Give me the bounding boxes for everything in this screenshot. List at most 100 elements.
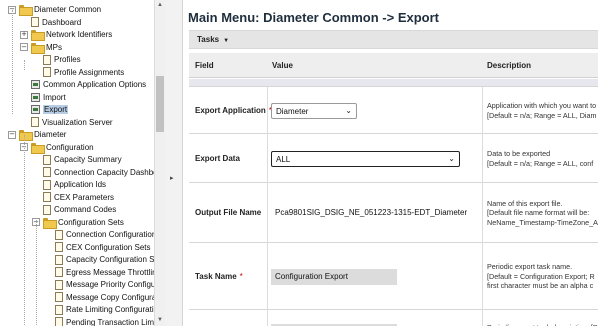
collapse-icon[interactable]: − (8, 130, 16, 139)
folder-icon (31, 42, 45, 54)
column-divider (267, 87, 268, 326)
document-icon (43, 67, 51, 78)
field-label-text: Output File Name (195, 208, 262, 217)
tree-item-common-application-options[interactable]: Common Application Options (20, 79, 146, 91)
app-icon (31, 80, 40, 90)
document-icon (55, 267, 63, 278)
tree-item-dashboard[interactable]: Dashboard (20, 16, 81, 28)
tree-item-egress-message-throttlin[interactable]: Egress Message Throttlin (44, 266, 157, 278)
app-icon (31, 92, 40, 102)
tree-item-capacity-configuration-se[interactable]: Capacity Configuration Se (44, 254, 159, 266)
navigation-tree: − Diameter Common Dashboard + Network Identi… (0, 0, 165, 326)
tree-item-network-identifiers[interactable]: + Network Identifiers (20, 29, 113, 42)
export-data-select[interactable]: ALL ⌄ (271, 150, 460, 167)
tree-item-label: Pending Transaction Limi (66, 317, 156, 326)
tree-item-mps[interactable]: − MPs (20, 41, 62, 54)
tree-item-label: Application Ids (54, 180, 107, 190)
description-line: Data to be exported (487, 149, 551, 158)
field-label: Task Name * (195, 272, 243, 281)
tree-item-diameter[interactable]: − Diameter (8, 129, 66, 142)
field-label-text: Task Name (195, 271, 237, 281)
collapse-icon[interactable]: − (20, 43, 28, 52)
export-application-select[interactable]: Diameter ⌄ (271, 102, 357, 119)
column-header-field: Field (195, 61, 214, 70)
table-row: Periodic export task description. [D (189, 310, 598, 326)
tree-item-diameter-common[interactable]: − Diameter Common (8, 4, 102, 17)
description-line: [Default = n/a; Range = ALL, Diam (487, 110, 597, 120)
tree-item-profile-assignments[interactable]: Profile Assignments (32, 66, 124, 78)
tree-item-label: Rate Limiting Configurati (66, 305, 154, 315)
description-line: Name of this export file. (487, 198, 563, 208)
table-row: Output File Name Pca9801SIG_DSIG_NE_05122… (189, 183, 598, 243)
tasks-toolbar: Tasks ▼ (189, 30, 598, 49)
tasks-menu-button[interactable]: Tasks ▼ (197, 35, 229, 44)
field-label: Export Data (195, 154, 240, 163)
tree-item-label: Message Priority Configu (66, 280, 156, 290)
column-divider (482, 87, 483, 326)
field-description: Periodic export task name. [Default = Con… (487, 262, 595, 291)
folder-icon (43, 217, 57, 229)
document-icon (31, 117, 39, 128)
document-icon (55, 254, 63, 265)
select-value: Diameter (276, 106, 309, 116)
tree-item-export[interactable]: Export (20, 104, 69, 116)
tree-item-connection-capacity-dashbo[interactable]: Connection Capacity Dashbo (32, 166, 158, 178)
tree-item-application-ids[interactable]: Application Ids (32, 179, 106, 191)
tree-item-message-copy-configura[interactable]: Message Copy Configura (44, 291, 156, 303)
document-icon (43, 192, 51, 203)
tree-item-label: Diameter Common (34, 5, 102, 15)
tree-item-cex-parameters[interactable]: CEX Parameters (32, 191, 114, 203)
field-description: Name of this export file. [Default file n… (487, 199, 598, 228)
tree-item-label: Export (43, 105, 69, 115)
scrollbar-thumb[interactable] (156, 76, 164, 132)
table-row: Export Data ALL ⌄ Data to be exported [Defau… (189, 134, 598, 183)
tree-item-pending-transaction-limi[interactable]: Pending Transaction Limi (44, 316, 156, 326)
output-file-name-field[interactable]: Pca9801SIG_DSIG_NE_051223-1315-EDT_Diame… (271, 205, 485, 221)
tree-item-configuration[interactable]: − Configuration (20, 141, 94, 154)
tree-item-label: Common Application Options (43, 80, 147, 90)
tree-guide-line (12, 10, 13, 114)
tree-item-import[interactable]: Import (20, 91, 66, 103)
dropdown-caret-icon: ▼ (223, 38, 230, 44)
tree-item-message-priority-configu[interactable]: Message Priority Configu (44, 279, 155, 291)
tree-item-cex-configuration-sets[interactable]: CEX Configuration Sets (44, 241, 151, 253)
tree-item-visualization-server[interactable]: Visualization Server (20, 116, 113, 128)
description-line: Periodic export task name. (487, 262, 573, 272)
tree-item-configuration-sets[interactable]: − Configuration Sets (32, 216, 124, 229)
scroll-up-arrow-icon[interactable]: ▲ (156, 1, 164, 10)
tree-item-label: Visualization Server (42, 117, 113, 127)
pane-splitter[interactable]: ▸ (165, 0, 183, 326)
header-separator (189, 79, 598, 87)
scroll-down-arrow-icon[interactable]: ▼ (156, 316, 164, 325)
expand-icon[interactable]: + (20, 30, 28, 39)
document-icon (43, 154, 51, 165)
field-description: Data to be exported [Default = n/a; Range… (487, 149, 593, 168)
select-value: ALL (276, 154, 291, 164)
tree-guide-line (36, 220, 37, 325)
collapse-arrow-icon[interactable]: ▸ (170, 174, 174, 182)
table-row: Task Name * Configuration Export Periodic e… (189, 243, 598, 310)
tree-item-command-codes[interactable]: Command Codes (32, 204, 116, 216)
table-header: Field Value Description (189, 53, 598, 78)
tree-item-label: MPs (46, 42, 62, 52)
tree-item-profiles[interactable]: Profiles (32, 54, 81, 66)
tree-item-label: Network Identifiers (46, 30, 113, 40)
description-line: first character must be an alpha c (487, 281, 594, 291)
tree-item-label: Capacity Configuration Se (66, 255, 159, 265)
tree-item-rate-limiting-configurati[interactable]: Rate Limiting Configurati (44, 304, 154, 316)
task-name-field[interactable]: Configuration Export (271, 268, 397, 285)
tree-item-label: Profile Assignments (54, 67, 125, 77)
export-form-table: Field Value Description Export Applicati… (189, 53, 598, 326)
tree-item-label: Capacity Summary (54, 155, 122, 165)
field-description: Application with which you want to [Defau… (487, 101, 596, 120)
chevron-down-icon: ⌄ (448, 153, 455, 163)
column-header-description: Description (487, 61, 532, 70)
tree-item-capacity-summary[interactable]: Capacity Summary (32, 154, 122, 166)
tree-item-connection-configuration[interactable]: Connection Configuration (44, 229, 156, 241)
main-panel: Main Menu: Diameter Common -> Export Tas… (183, 0, 598, 326)
description-line: Application with which you want to (487, 101, 597, 110)
description-line: [Default file name format will be: (487, 208, 590, 218)
document-icon (43, 54, 51, 65)
field-label-text: Export Data (195, 153, 240, 163)
tree-scrollbar[interactable]: ▲ ▼ (154, 0, 165, 326)
